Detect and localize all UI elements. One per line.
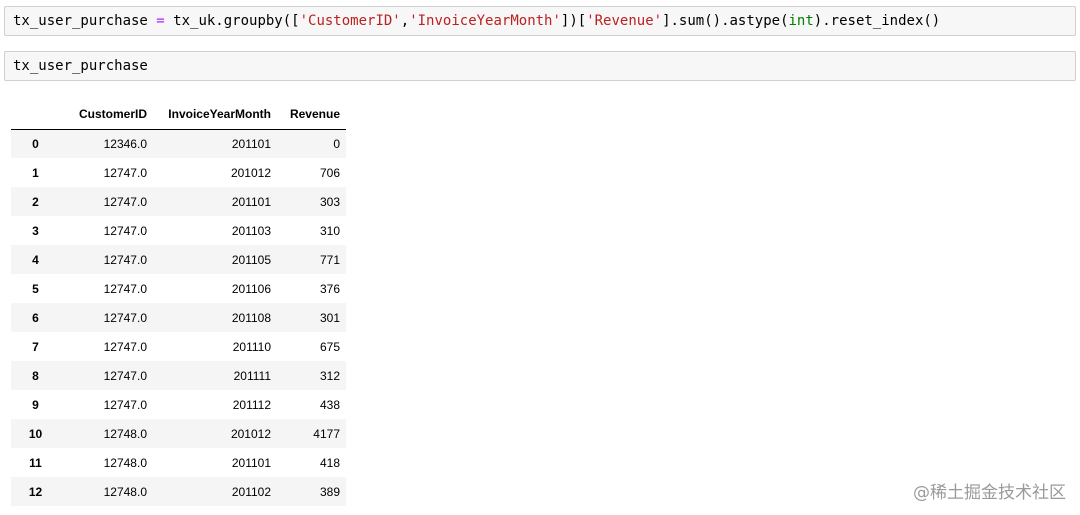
- table-cell: 312: [319, 368, 340, 383]
- table-cell: 12747.0: [103, 368, 147, 383]
- code-token-plain: ])[: [560, 13, 587, 29]
- table-cell: 771: [319, 252, 340, 267]
- table-cell: 12747.0: [103, 310, 147, 325]
- table-cell: 376: [319, 281, 340, 296]
- table-cell: 389: [319, 484, 340, 499]
- table-cell: 12748.0: [103, 455, 147, 470]
- table-cell: 201103: [231, 223, 271, 238]
- row-index: 12: [28, 484, 43, 499]
- row-index: 5: [32, 281, 39, 296]
- table-cell: 301: [319, 310, 340, 325]
- table-cell: 418: [319, 455, 340, 470]
- table-cell: 12747.0: [103, 252, 147, 267]
- table-cell: 12747.0: [103, 194, 147, 209]
- table-cell: 201111: [233, 368, 271, 383]
- row-index: 6: [32, 310, 39, 325]
- table-cell: 12747.0: [103, 281, 147, 296]
- table-cell: 0: [333, 136, 340, 151]
- row-index: 11: [29, 455, 42, 470]
- code-token-plain: ].sum().astype(: [662, 13, 789, 29]
- watermark-text: @稀土掘金技术社区: [913, 483, 1066, 503]
- column-header-invoiceyearmonth: InvoiceYearMonth: [153, 100, 277, 130]
- code-token-plain: tx_user_purchase: [13, 58, 148, 74]
- code-cell-display[interactable]: tx_user_purchase: [4, 51, 1076, 81]
- table-row: 9 12747.0 201112 438: [11, 390, 346, 419]
- table-cell: 201105: [231, 252, 271, 267]
- table-cell: 12748.0: [103, 426, 147, 441]
- row-index: 9: [32, 397, 39, 412]
- code-token-str: 'Revenue': [586, 13, 663, 29]
- row-index: 2: [32, 194, 39, 209]
- table-cell: 310: [319, 223, 340, 238]
- table-cell: 201012: [230, 165, 271, 180]
- table-cell: 201012: [230, 426, 271, 441]
- code-token-plain: ).reset_index(): [813, 13, 941, 29]
- code-token-builtin: int: [788, 13, 814, 29]
- table-row: 12 12748.0 201102 389: [11, 477, 346, 506]
- table-cell: 303: [319, 194, 340, 209]
- row-index: 7: [32, 339, 39, 354]
- table-cell: 12346.0: [103, 136, 147, 151]
- table-cell: 201101: [231, 136, 271, 151]
- row-index: 3: [32, 223, 39, 238]
- row-index: 0: [32, 136, 39, 151]
- row-index: 4: [32, 252, 39, 267]
- table-header-row: CustomerID InvoiceYearMonth Revenue: [11, 100, 346, 130]
- table-row: 2 12747.0 201101 303: [11, 187, 346, 216]
- table-row: 5 12747.0 201106 376: [11, 274, 346, 303]
- table-cell: 675: [319, 339, 340, 354]
- code-token-plain: ,: [400, 13, 410, 29]
- code-cell-groupby[interactable]: tx_user_purchase = tx_uk.groupby(['Custo…: [4, 6, 1076, 36]
- table-cell: 12748.0: [103, 484, 147, 499]
- code-token-plain: tx_uk.groupby([: [164, 13, 300, 29]
- column-header-customerid: CustomerID: [60, 100, 153, 130]
- table-cell: 706: [319, 165, 340, 180]
- table-row: 10 12748.0 201012 4177: [11, 419, 346, 448]
- table-row: 3 12747.0 201103 310: [11, 216, 346, 245]
- table-cell: 4177: [313, 426, 340, 441]
- code-token-str: 'CustomerID': [299, 13, 401, 29]
- dataframe-output-table: CustomerID InvoiceYearMonth Revenue 0 123…: [11, 100, 346, 506]
- table-row: 7 12747.0 201110 675: [11, 332, 346, 361]
- table-cell: 201101: [231, 194, 271, 209]
- table-row: 4 12747.0 201105 771: [11, 245, 346, 274]
- table-cell: 12747.0: [103, 165, 147, 180]
- table-row: 0 12346.0 201101 0: [11, 129, 346, 158]
- code-token-str: 'InvoiceYearMonth': [409, 13, 561, 29]
- code-token-op: =: [156, 13, 165, 29]
- code-token-plain: tx_user_purchase: [13, 13, 157, 29]
- table-cell: 12747.0: [103, 339, 147, 354]
- table-row: 8 12747.0 201111 312: [11, 361, 346, 390]
- table-cell: 201102: [231, 484, 271, 499]
- table-cell: 201108: [231, 310, 271, 325]
- row-index: 8: [32, 368, 39, 383]
- table-row: 11 12748.0 201101 418: [11, 448, 346, 477]
- table-row: 6 12747.0 201108 301: [11, 303, 346, 332]
- table-cell: 201110: [232, 339, 271, 354]
- table-cell: 438: [319, 397, 340, 412]
- table-cell: 12747.0: [103, 223, 147, 238]
- table-cell: 201106: [231, 281, 271, 296]
- table-cell: 201101: [231, 455, 271, 470]
- row-index: 10: [28, 426, 43, 441]
- row-index: 1: [32, 165, 39, 180]
- table-cell: 201112: [232, 397, 271, 412]
- table-cell: 12747.0: [103, 397, 147, 412]
- table-row: 1 12747.0 201012 706: [11, 158, 346, 187]
- column-header-revenue: Revenue: [277, 100, 346, 130]
- index-header: [11, 100, 60, 130]
